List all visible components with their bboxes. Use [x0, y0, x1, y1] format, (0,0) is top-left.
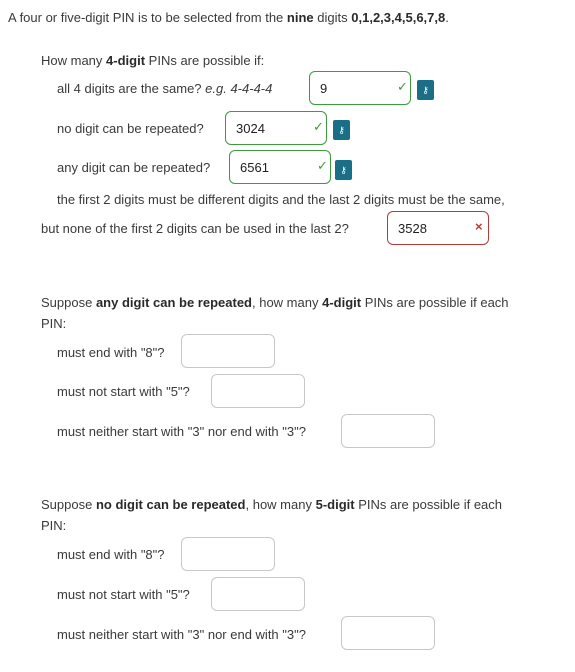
item1-example: e.g. 4-4-4-4 [205, 81, 273, 96]
part1-q-suffix: PINs are possible if: [148, 53, 265, 68]
part3-item2-answer-input[interactable] [211, 577, 305, 611]
part2-item1-answer-input[interactable] [181, 334, 275, 368]
key-icon[interactable]: ⚷ [335, 160, 352, 180]
part1-item2-label: no digit can be repeated? [57, 121, 204, 136]
key-icon[interactable]: ⚷ [417, 80, 434, 100]
item1-text: all 4 digits are the same? [57, 81, 202, 96]
part2-intro: Suppose any digit can be repeated, how m… [41, 295, 509, 310]
part1-item4-line2: but none of the first 2 digits can be us… [41, 221, 349, 236]
part3-intro: Suppose no digit can be repeated, how ma… [41, 497, 502, 512]
key-icon[interactable]: ⚷ [333, 120, 350, 140]
part1-item4-line1: the first 2 digits must be different dig… [57, 192, 505, 207]
part2-intro-suffix: PINs are possible if each [364, 295, 509, 310]
part2-intro-bold1: any digit can be repeated [95, 295, 252, 310]
intro-text-digits: digits [317, 10, 348, 25]
part2-item3-text: must neither start with "3" nor end with… [57, 424, 306, 439]
part1-item1-answer-input[interactable] [309, 71, 411, 105]
part1-question: How many 4-digit PINs are possible if: [41, 53, 264, 68]
item3-text: any digit can be repeated? [57, 160, 211, 175]
part2-item2-answer-input[interactable] [211, 374, 305, 408]
part2-item2-text: must not start with "5"? [57, 384, 190, 399]
part3-intro-bold1: no digit can be repeated [95, 497, 246, 512]
part3-item2-text: must not start with "5"? [57, 587, 190, 602]
part3-intro-prefix: Suppose [41, 497, 93, 512]
item4-text-line1: the first 2 digits must be different dig… [57, 192, 505, 207]
part3-item3-label: must neither start with "3" nor end with… [57, 627, 306, 642]
part2-intro-bold2: 4-digit [322, 295, 362, 310]
part1-item3-answer-input[interactable] [229, 150, 331, 184]
part3-intro-line2: PIN: [41, 518, 66, 533]
checkmark-icon: ✓ [397, 79, 408, 94]
intro-text: A four or five-digit PIN is to be select… [8, 10, 284, 25]
part3-item2-label: must not start with "5"? [57, 587, 190, 602]
part1-q-prefix: How many [41, 53, 103, 68]
part3-item1-answer-input[interactable] [181, 537, 275, 571]
intro-bold-nine: nine [286, 10, 314, 25]
part3-intro-suffix: PINs are possible if each [358, 497, 503, 512]
digit-set: 0,1,2,3,4,5,6,7,8 [351, 10, 446, 25]
item2-text: no digit can be repeated? [57, 121, 204, 136]
part2-item1-label: must end with "8"? [57, 345, 165, 360]
part2-item1-text: must end with "8"? [57, 345, 165, 360]
part1-item3-label: any digit can be repeated? [57, 160, 210, 175]
part1-q-bold: 4-digit [106, 53, 146, 68]
problem-intro: A four or five-digit PIN is to be select… [8, 10, 449, 25]
part3-item1-text: must end with "8"? [57, 547, 165, 562]
part2-intro-pin: PIN: [41, 316, 67, 331]
part2-item3-answer-input[interactable] [341, 414, 435, 448]
checkmark-icon: ✓ [313, 119, 324, 134]
part2-item2-label: must not start with "5"? [57, 384, 190, 399]
part1-item1-label: all 4 digits are the same? e.g. 4-4-4-4 [57, 81, 272, 96]
part3-intro-bold2: 5-digit [315, 497, 355, 512]
part2-intro-prefix: Suppose [41, 295, 93, 310]
item4-text-line2: but none of the first 2 digits can be us… [41, 221, 349, 236]
part1-item4-answer-input[interactable] [387, 211, 489, 245]
part3-intro-mid: , how many [245, 497, 312, 512]
part3-item3-text: must neither start with "3" nor end with… [57, 627, 306, 642]
intro-period: . [445, 10, 449, 25]
part2-item3-label: must neither start with "3" nor end with… [57, 424, 306, 439]
part3-item1-label: must end with "8"? [57, 547, 165, 562]
part2-intro-mid: , how many [252, 295, 319, 310]
part3-intro-pin: PIN: [41, 518, 67, 533]
part3-item3-answer-input[interactable] [341, 616, 435, 650]
checkmark-icon: ✓ [317, 158, 328, 173]
cross-icon: × [475, 219, 483, 234]
part2-intro-line2: PIN: [41, 316, 66, 331]
part1-item2-answer-input[interactable] [225, 111, 327, 145]
